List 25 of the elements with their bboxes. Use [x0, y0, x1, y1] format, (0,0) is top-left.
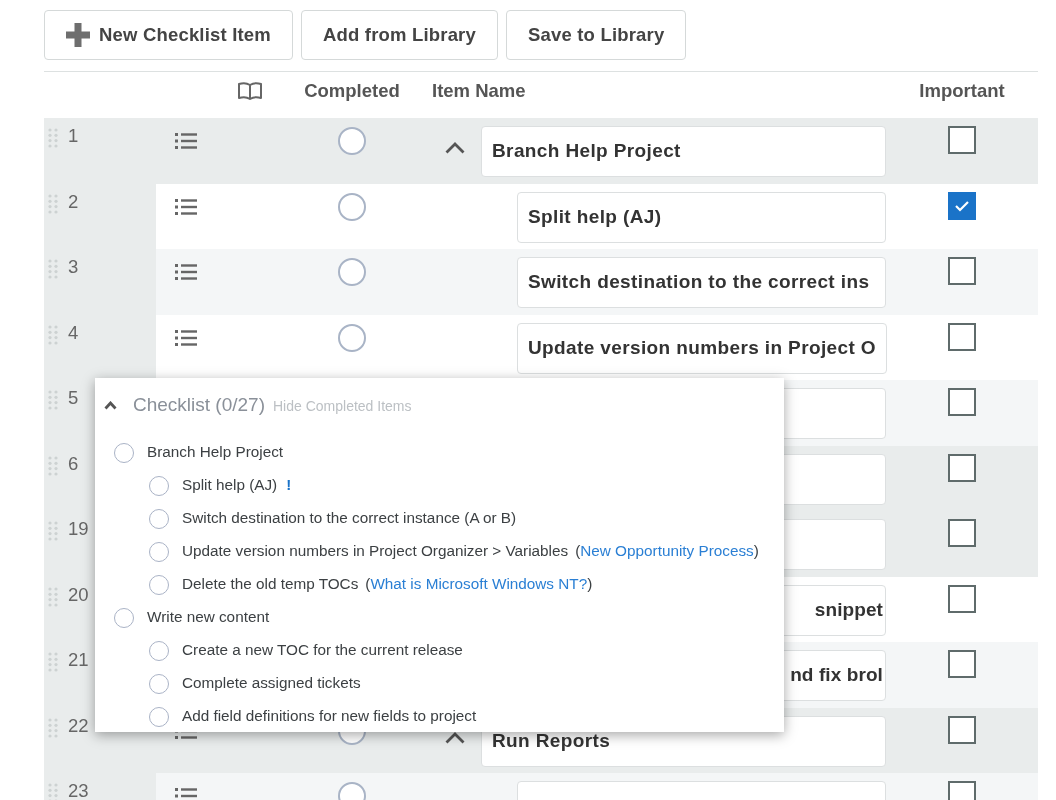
- row-number: 3: [68, 257, 79, 279]
- row-number: 20: [68, 584, 89, 607]
- checklist-item-label: Add field definitions for new fields to project: [182, 706, 477, 727]
- checklist-title: Checklist (0/27): [133, 392, 265, 417]
- row-number: 4: [68, 322, 79, 345]
- checklist-item-label: Delete the old temp TOCs (What is Microsoft Windows NT?): [182, 574, 593, 595]
- checklist-item-label: Branch Help Project: [147, 442, 284, 463]
- column-header: Item Name: [432, 78, 526, 103]
- important-mark: !: [286, 475, 292, 496]
- row-number: 22: [68, 715, 89, 738]
- row-number: 6: [68, 453, 79, 476]
- row-number: 19: [68, 519, 89, 541]
- row-number: 2: [68, 191, 79, 214]
- checklist-item-label: Create a new TOC for the current release: [182, 640, 463, 661]
- column-header: Completed: [304, 78, 400, 103]
- checklist-item-label: Complete assigned tickets: [182, 673, 361, 694]
- checklist-item-label: Switch destination to the correct instance (A or B): [182, 508, 517, 529]
- checklist-item-label: Write new content: [147, 607, 270, 628]
- column-header: Important: [919, 78, 1005, 103]
- row-number: 1: [68, 126, 79, 148]
- checklist-item-label: Update version numbers in Project Organizer > Variables (New Opportunity Process): [182, 541, 759, 562]
- row-number: 23: [68, 781, 89, 800]
- row-number: 21: [68, 650, 89, 672]
- row-number: 5: [68, 388, 79, 410]
- checklist-item-label: Split help (AJ): [182, 475, 278, 496]
